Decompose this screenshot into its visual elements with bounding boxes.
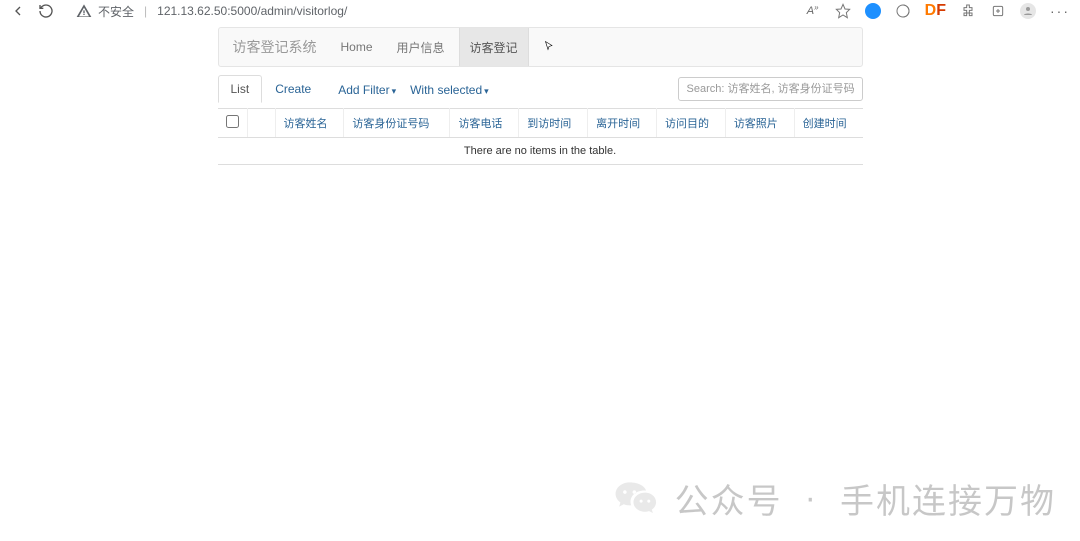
collections-icon[interactable] [990,3,1006,19]
nav-user-info[interactable]: 用户信息 [387,28,455,66]
table-empty-text: There are no items in the table. [218,138,863,165]
watermark: 公众号 · 手机连接万物 [613,474,1056,523]
col-arrive-time[interactable]: 到访时间 [519,109,588,138]
col-visitor-idcard[interactable]: 访客身份证号码 [344,109,450,138]
select-all-checkbox[interactable] [226,115,239,128]
with-selected-dropdown[interactable]: With selected▾ [410,83,489,97]
tab-create[interactable]: Create [262,75,324,103]
app-brand: 访客登记系统 [233,37,317,57]
wechat-icon [613,476,659,522]
col-leave-time[interactable]: 离开时间 [588,109,657,138]
col-purpose[interactable]: 访问目的 [656,109,725,138]
browser-address-bar: 不安全 | 121.13.62.50:5000/admin/visitorlog… [0,0,1080,22]
text-size-icon[interactable]: A» [805,3,821,19]
nav-home[interactable]: Home [331,28,383,66]
more-menu-icon[interactable]: ··· [1050,3,1070,19]
app-navbar: 访客登记系统 Home 用户信息 访客登记 [218,27,863,67]
col-visitor-phone[interactable]: 访客电话 [450,109,519,138]
cursor-pointer-icon [543,40,555,55]
list-toolbar: List Create Add Filter▾ With selected▾ [218,75,863,103]
back-icon[interactable] [10,3,26,19]
col-created-at[interactable]: 创建时间 [794,109,862,138]
reload-icon[interactable] [38,3,54,19]
tab-list[interactable]: List [218,75,263,103]
table-empty-row: There are no items in the table. [218,138,863,165]
watermark-prefix: 公众号 [675,474,783,523]
df-logo: DF [925,2,946,20]
url-separator: | [144,4,147,18]
star-icon[interactable] [835,3,851,19]
watermark-dot: · [805,479,818,518]
shield-icon[interactable] [895,3,911,19]
profile-avatar-icon[interactable] [1020,3,1036,19]
search-input[interactable] [678,77,863,101]
chat-icon[interactable] [865,3,881,19]
watermark-suffix: 手机连接万物 [840,474,1056,523]
insecure-label: 不安全 [98,3,134,20]
extensions-icon[interactable] [960,3,976,19]
col-photo[interactable]: 访客照片 [725,109,794,138]
url-text[interactable]: 121.13.62.50:5000/admin/visitorlog/ [157,4,347,18]
col-visitor-name[interactable]: 访客姓名 [275,109,344,138]
add-filter-dropdown[interactable]: Add Filter▾ [338,83,396,97]
insecure-warning-icon [76,3,92,19]
nav-visitor-log[interactable]: 访客登记 [459,28,529,66]
visitor-table: 访客姓名 访客身份证号码 访客电话 到访时间 离开时间 访问目的 访客照片 创建… [218,108,863,165]
